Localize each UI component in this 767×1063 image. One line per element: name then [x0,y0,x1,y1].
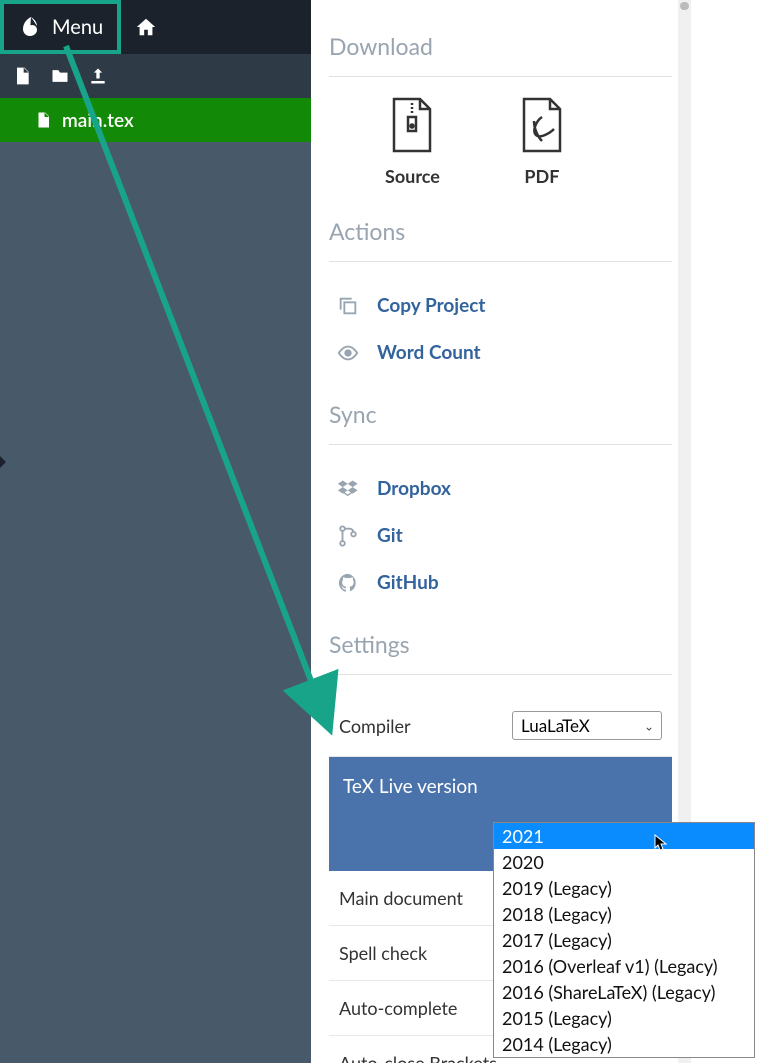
divider [329,76,672,77]
download-source-button[interactable]: Source [385,97,440,187]
download-source-label: Source [385,165,440,187]
file-icon [34,111,52,129]
word-count-button[interactable]: Word Count [329,329,672,376]
download-row: Source PDF [329,97,672,187]
overleaf-logo-icon [18,15,42,39]
dropdown-option[interactable]: 2014 (Legacy) [494,1031,754,1057]
sync-dropbox-button[interactable]: Dropbox [329,465,672,512]
dropdown-option[interactable]: 2020 [494,849,754,875]
menu-button[interactable]: Menu [0,0,121,54]
divider [329,444,672,445]
file-toolbar [0,54,311,98]
pdf-file-icon [520,97,564,153]
section-settings-title: Settings [329,630,672,658]
dropdown-option[interactable]: 2021 [494,823,754,849]
dropdown-option[interactable]: 2018 (Legacy) [494,901,754,927]
file-row-main[interactable]: main.tex [0,98,311,142]
dropdown-option[interactable]: 2019 (Legacy) [494,875,754,901]
main-document-label: Main document [339,887,463,909]
word-count-label: Word Count [377,341,481,364]
sync-git-button[interactable]: Git [329,512,672,559]
texlive-dropdown: 2021 2020 2019 (Legacy) 2018 (Legacy) 20… [493,822,755,1058]
menu-label: Menu [52,15,103,39]
upload-icon[interactable] [88,66,108,86]
autocomplete-label: Auto-complete [339,997,457,1019]
cursor-pointer-icon [654,834,668,852]
sync-github-button[interactable]: GitHub [329,559,672,606]
git-icon [337,525,359,547]
eye-icon [337,342,359,364]
download-pdf-button[interactable]: PDF [520,97,564,187]
spellcheck-label: Spell check [339,942,427,964]
autoclose-label: Auto-close Brackets [339,1052,497,1063]
github-icon [337,572,359,594]
section-sync-title: Sync [329,400,672,428]
dropdown-option[interactable]: 2016 (Overleaf v1) (Legacy) [494,953,754,979]
copy-project-label: Copy Project [377,294,486,317]
texlive-label: TeX Live version [343,775,478,798]
file-name: main.tex [62,109,134,132]
divider [329,674,672,675]
topbar: Menu [0,0,311,54]
divider [329,261,672,262]
dropdown-option[interactable]: 2015 (Legacy) [494,1005,754,1031]
git-label: Git [377,524,403,547]
dropbox-icon [337,478,359,500]
download-pdf-label: PDF [524,165,559,187]
drag-caret-icon [0,456,6,468]
dropdown-option[interactable]: 2017 (Legacy) [494,927,754,953]
section-actions-title: Actions [329,217,672,245]
compiler-select[interactable]: LuaLaTeX [512,711,662,740]
dropdown-option[interactable]: 2016 (ShareLaTeX) (Legacy) [494,979,754,1005]
sidebar: Menu main.tex [0,0,311,1063]
github-label: GitHub [377,571,439,594]
new-file-icon[interactable] [12,66,32,86]
copy-icon [337,295,359,317]
setting-compiler: Compiler LuaLaTeX ⌄ [329,695,672,757]
home-icon[interactable] [135,16,157,38]
dropbox-label: Dropbox [377,477,451,500]
panel-scrollbar-thumb[interactable] [680,2,689,10]
copy-project-button[interactable]: Copy Project [329,282,672,329]
zip-file-icon [390,97,434,153]
section-download-title: Download [329,32,672,60]
new-folder-icon[interactable] [50,66,70,86]
compiler-label: Compiler [339,715,411,737]
